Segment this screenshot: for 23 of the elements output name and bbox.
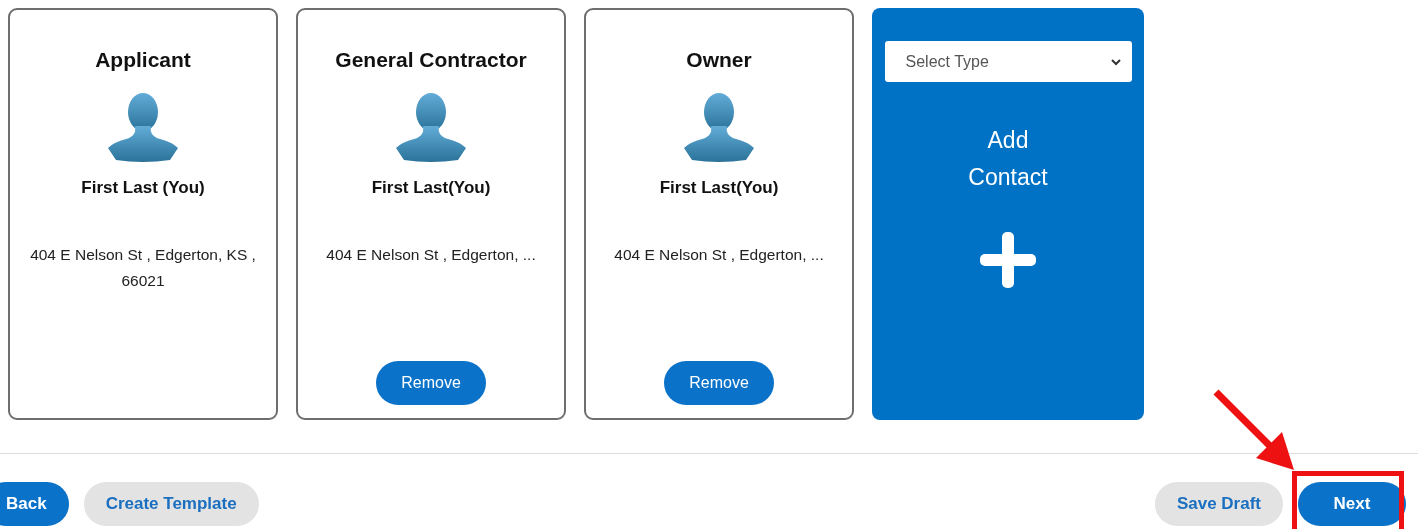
add-contact-card[interactable]: Select Type Add Contact: [872, 8, 1144, 420]
secondary-button[interactable]: Save Draft: [1154, 482, 1283, 526]
add-contact-label: Add Contact: [967, 126, 1049, 192]
chevron-down-icon: [1109, 56, 1122, 67]
remove-button[interactable]: Remove: [376, 361, 486, 405]
contact-name: First Last(You): [659, 178, 779, 198]
contact-address: 404 E Nelson St , Edgerton, ...: [325, 245, 537, 265]
secondary-button[interactable]: Create Template: [83, 482, 259, 526]
contact-address: 404 E Nelson St , Edgerton, ...: [613, 245, 825, 265]
primary-button[interactable]: Back: [0, 482, 69, 526]
card-title: Owner: [686, 48, 752, 72]
person-icon: [684, 92, 754, 164]
card-title: General Contractor: [335, 48, 527, 72]
select-field[interactable]: Select Type: [884, 41, 1132, 82]
contact-name: First Last (You): [81, 178, 205, 198]
person-icon: [396, 92, 466, 164]
person-icon: [108, 92, 178, 164]
plus-icon: [980, 232, 1036, 288]
contact-address: 404 E Nelson St , Edgerton, KS , 66021: [29, 245, 257, 291]
contact-name: First Last(You): [371, 178, 491, 198]
remove-button[interactable]: Remove: [664, 361, 774, 405]
primary-button[interactable]: Next: [1298, 482, 1406, 526]
card-title: Applicant: [95, 48, 191, 72]
